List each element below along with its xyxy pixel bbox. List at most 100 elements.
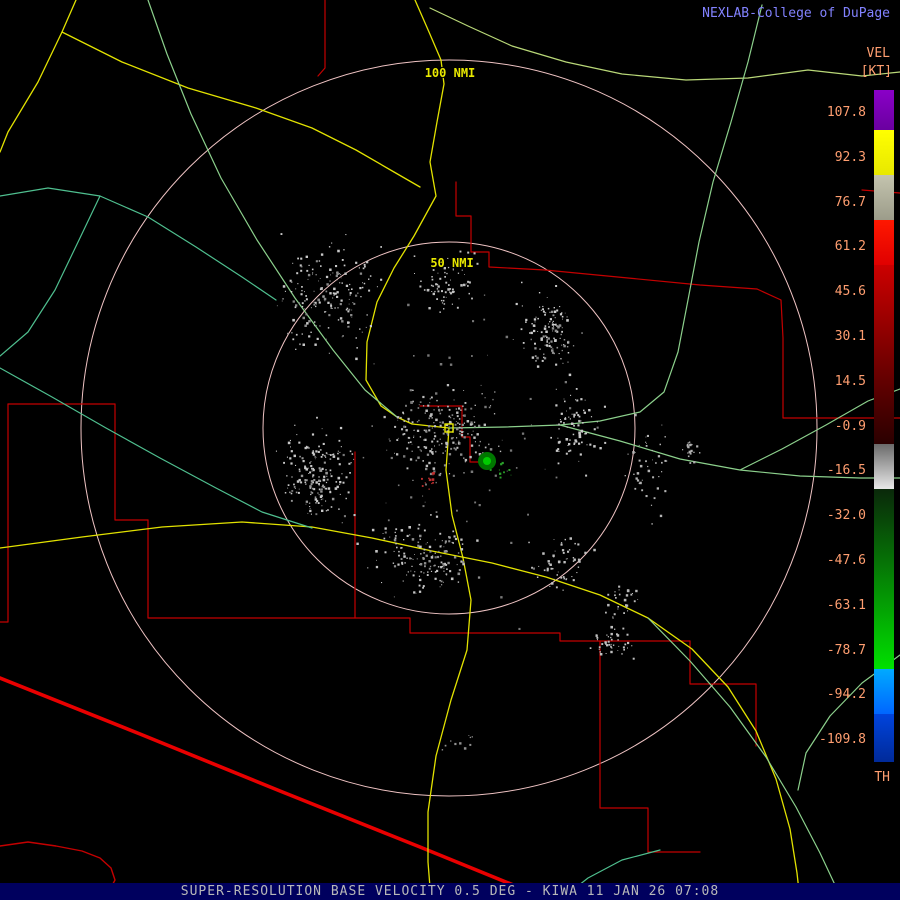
radar-echo bbox=[618, 589, 620, 591]
radar-echo bbox=[544, 312, 546, 314]
radar-echo bbox=[437, 566, 440, 568]
colorbar-ticks: 107.8 92.3 76.7 61.2 45.6 30.1 14.5 -0.9 -16.5 -3… bbox=[796, 90, 866, 762]
radar-echo bbox=[423, 552, 425, 554]
radar-echo bbox=[301, 333, 303, 335]
radar-echo bbox=[362, 267, 365, 270]
radar-echo bbox=[641, 489, 644, 492]
radar-echo bbox=[337, 452, 339, 455]
radar-echo bbox=[304, 465, 306, 468]
radar-echo bbox=[421, 485, 424, 487]
radar-echo bbox=[329, 458, 332, 460]
radar-echo bbox=[447, 405, 449, 408]
radar-echo bbox=[449, 288, 452, 290]
radar-echo bbox=[538, 292, 541, 294]
radar-echo bbox=[588, 409, 591, 412]
radar-echo bbox=[321, 467, 324, 470]
radar-echo bbox=[356, 542, 359, 545]
radar-echo bbox=[416, 558, 418, 560]
radar-echo bbox=[467, 251, 470, 254]
radar-echo bbox=[415, 592, 417, 594]
radar-echo bbox=[456, 415, 459, 418]
radar-echo bbox=[445, 446, 448, 448]
radar-echo bbox=[400, 558, 403, 560]
radar-echo bbox=[329, 491, 332, 494]
radar-echo bbox=[307, 512, 309, 514]
radar-echo bbox=[624, 475, 626, 477]
radar-echo bbox=[439, 532, 442, 535]
radar-echo bbox=[339, 481, 342, 484]
radar-echo bbox=[439, 424, 442, 427]
radar-echo bbox=[368, 289, 371, 292]
radar-echo bbox=[352, 302, 354, 304]
radar-echo bbox=[328, 246, 331, 248]
radar-echo bbox=[290, 499, 293, 502]
radar-echo bbox=[418, 590, 422, 593]
radar-echo bbox=[543, 569, 546, 572]
radar-echo bbox=[295, 304, 298, 307]
radar-echo bbox=[305, 483, 307, 485]
radar-echo bbox=[296, 434, 298, 436]
radar-echo bbox=[313, 325, 315, 327]
radar-echo bbox=[363, 263, 366, 266]
radar-echo bbox=[313, 301, 315, 304]
radar-echo bbox=[415, 459, 418, 462]
radar-echo bbox=[544, 314, 546, 316]
radar-echo bbox=[463, 283, 466, 287]
radar-echo bbox=[533, 318, 537, 321]
radar-echo bbox=[330, 274, 331, 276]
radar-echo bbox=[560, 333, 562, 336]
radar-echo bbox=[318, 488, 321, 491]
radar-echo bbox=[529, 332, 531, 334]
radar-echo bbox=[656, 487, 659, 490]
radar-echo bbox=[457, 552, 460, 554]
radar-echo bbox=[562, 576, 565, 578]
radar-echo bbox=[420, 449, 422, 451]
radar-echo bbox=[530, 424, 532, 426]
radar-echo bbox=[311, 491, 314, 494]
radar-echo bbox=[555, 476, 558, 479]
radar-echo bbox=[603, 405, 606, 408]
radar-echo bbox=[419, 449, 421, 451]
radar-echo bbox=[330, 506, 333, 508]
radar-echo bbox=[561, 315, 564, 318]
radar-echo bbox=[652, 476, 655, 479]
colorbar-segment bbox=[874, 175, 894, 220]
radar-echo bbox=[334, 292, 337, 295]
radar-echo bbox=[397, 419, 399, 421]
radar-echo bbox=[440, 566, 443, 569]
radar-echo bbox=[534, 342, 536, 345]
radar-echo bbox=[307, 278, 309, 280]
radar-echo bbox=[292, 262, 294, 264]
radar-echo bbox=[558, 324, 562, 327]
radar-echo bbox=[487, 354, 488, 356]
radar-echo bbox=[576, 572, 578, 574]
radar-echo bbox=[452, 389, 455, 392]
radar-echo bbox=[324, 300, 326, 302]
radar-echo bbox=[347, 491, 350, 494]
radar-echo bbox=[569, 537, 572, 540]
county-line bbox=[114, 403, 149, 521]
radar-echo bbox=[325, 481, 328, 484]
radar-echo bbox=[286, 475, 288, 477]
radar-echo bbox=[659, 443, 661, 446]
radar-echo bbox=[424, 412, 426, 414]
radar-echo bbox=[302, 343, 305, 346]
radar-echo bbox=[320, 498, 323, 501]
radar-echo bbox=[466, 520, 468, 523]
radar-echo bbox=[441, 540, 443, 542]
radar-echo bbox=[388, 438, 390, 440]
radar-echo bbox=[449, 363, 453, 366]
radar-echo bbox=[412, 558, 414, 560]
radar-echo bbox=[458, 407, 461, 410]
radar-echo bbox=[418, 575, 420, 577]
radar-echo bbox=[331, 497, 335, 501]
radar-echo bbox=[548, 326, 550, 328]
radar-echo bbox=[411, 421, 414, 424]
radar-echo bbox=[688, 450, 692, 454]
radar-echo bbox=[468, 735, 470, 736]
radar-map bbox=[0, 0, 900, 900]
radar-echo bbox=[300, 257, 303, 260]
radar-echo bbox=[498, 445, 500, 447]
radar-echo bbox=[474, 501, 477, 504]
radar-echo bbox=[531, 566, 533, 569]
